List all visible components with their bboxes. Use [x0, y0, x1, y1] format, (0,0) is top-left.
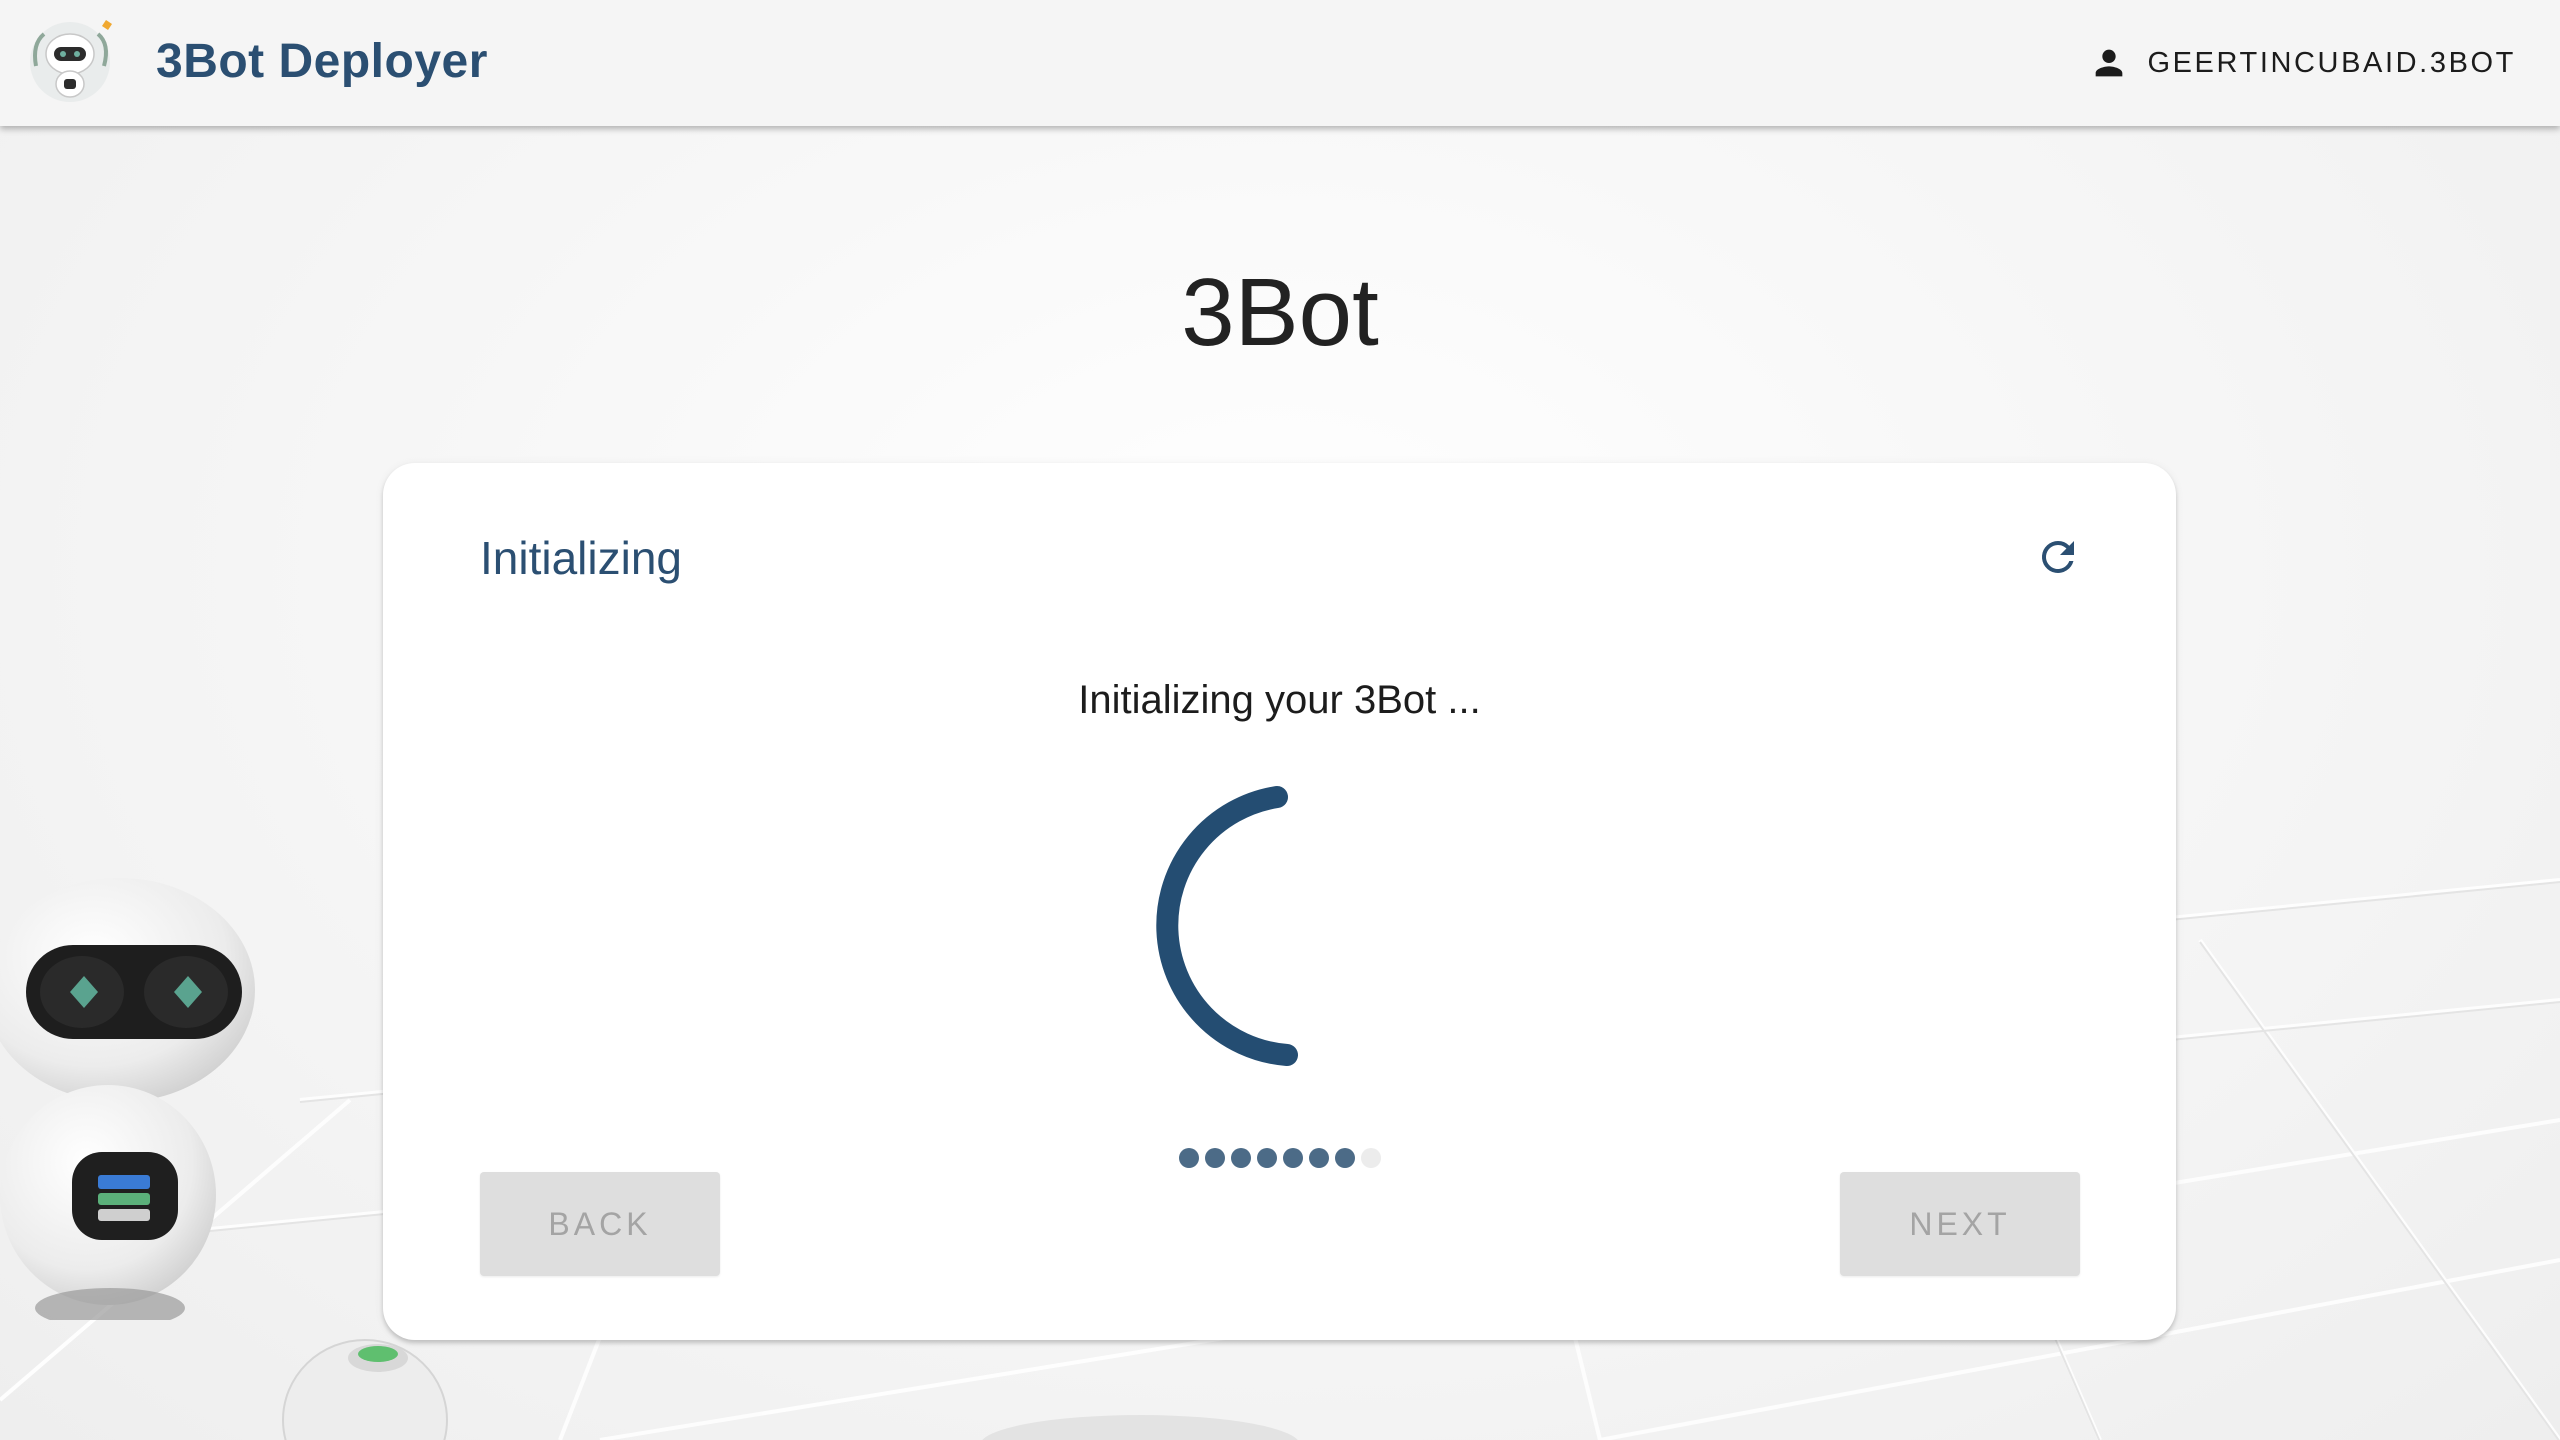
step-progress-dots — [383, 1148, 2176, 1168]
page-title: 3Bot — [1181, 259, 1379, 366]
user-name: GEERTINCUBAID.3BOT — [2147, 46, 2516, 79]
person-icon — [2096, 49, 2123, 77]
step-dot — [1204, 1148, 1225, 1168]
robot-head-illustration — [0, 878, 255, 1320]
step-dot — [1334, 1148, 1355, 1168]
app-title: 3Bot Deployer — [156, 35, 488, 88]
small-robot-illustration — [282, 1339, 448, 1440]
floor-disc-illustration — [982, 1415, 1298, 1440]
user-account-button[interactable]: GEERTINCUBAID.3BOT — [2075, 30, 2530, 96]
step-dot — [1282, 1148, 1303, 1168]
status-text: Initializing your 3Bot ... — [1078, 678, 1481, 722]
step-dot — [1256, 1148, 1277, 1168]
next-button[interactable]: NEXT — [1840, 1172, 2080, 1276]
step-dot — [1230, 1148, 1251, 1168]
step-dot — [1360, 1148, 1381, 1168]
step-title: Initializing — [480, 532, 682, 584]
refresh-icon — [2041, 540, 2074, 573]
step-dot — [1178, 1148, 1199, 1168]
refresh-button[interactable] — [2030, 529, 2086, 585]
back-button[interactable]: BACK — [480, 1172, 720, 1276]
deploy-card: Initializing Initializing your 3Bot ... … — [383, 463, 2176, 1340]
loading-spinner — [1156, 786, 1298, 1066]
app-header: 3Bot Deployer GEERTINCUBAID.3BOT — [0, 0, 2560, 126]
robot-logo-icon[interactable] — [26, 14, 118, 106]
step-dot — [1308, 1148, 1329, 1168]
